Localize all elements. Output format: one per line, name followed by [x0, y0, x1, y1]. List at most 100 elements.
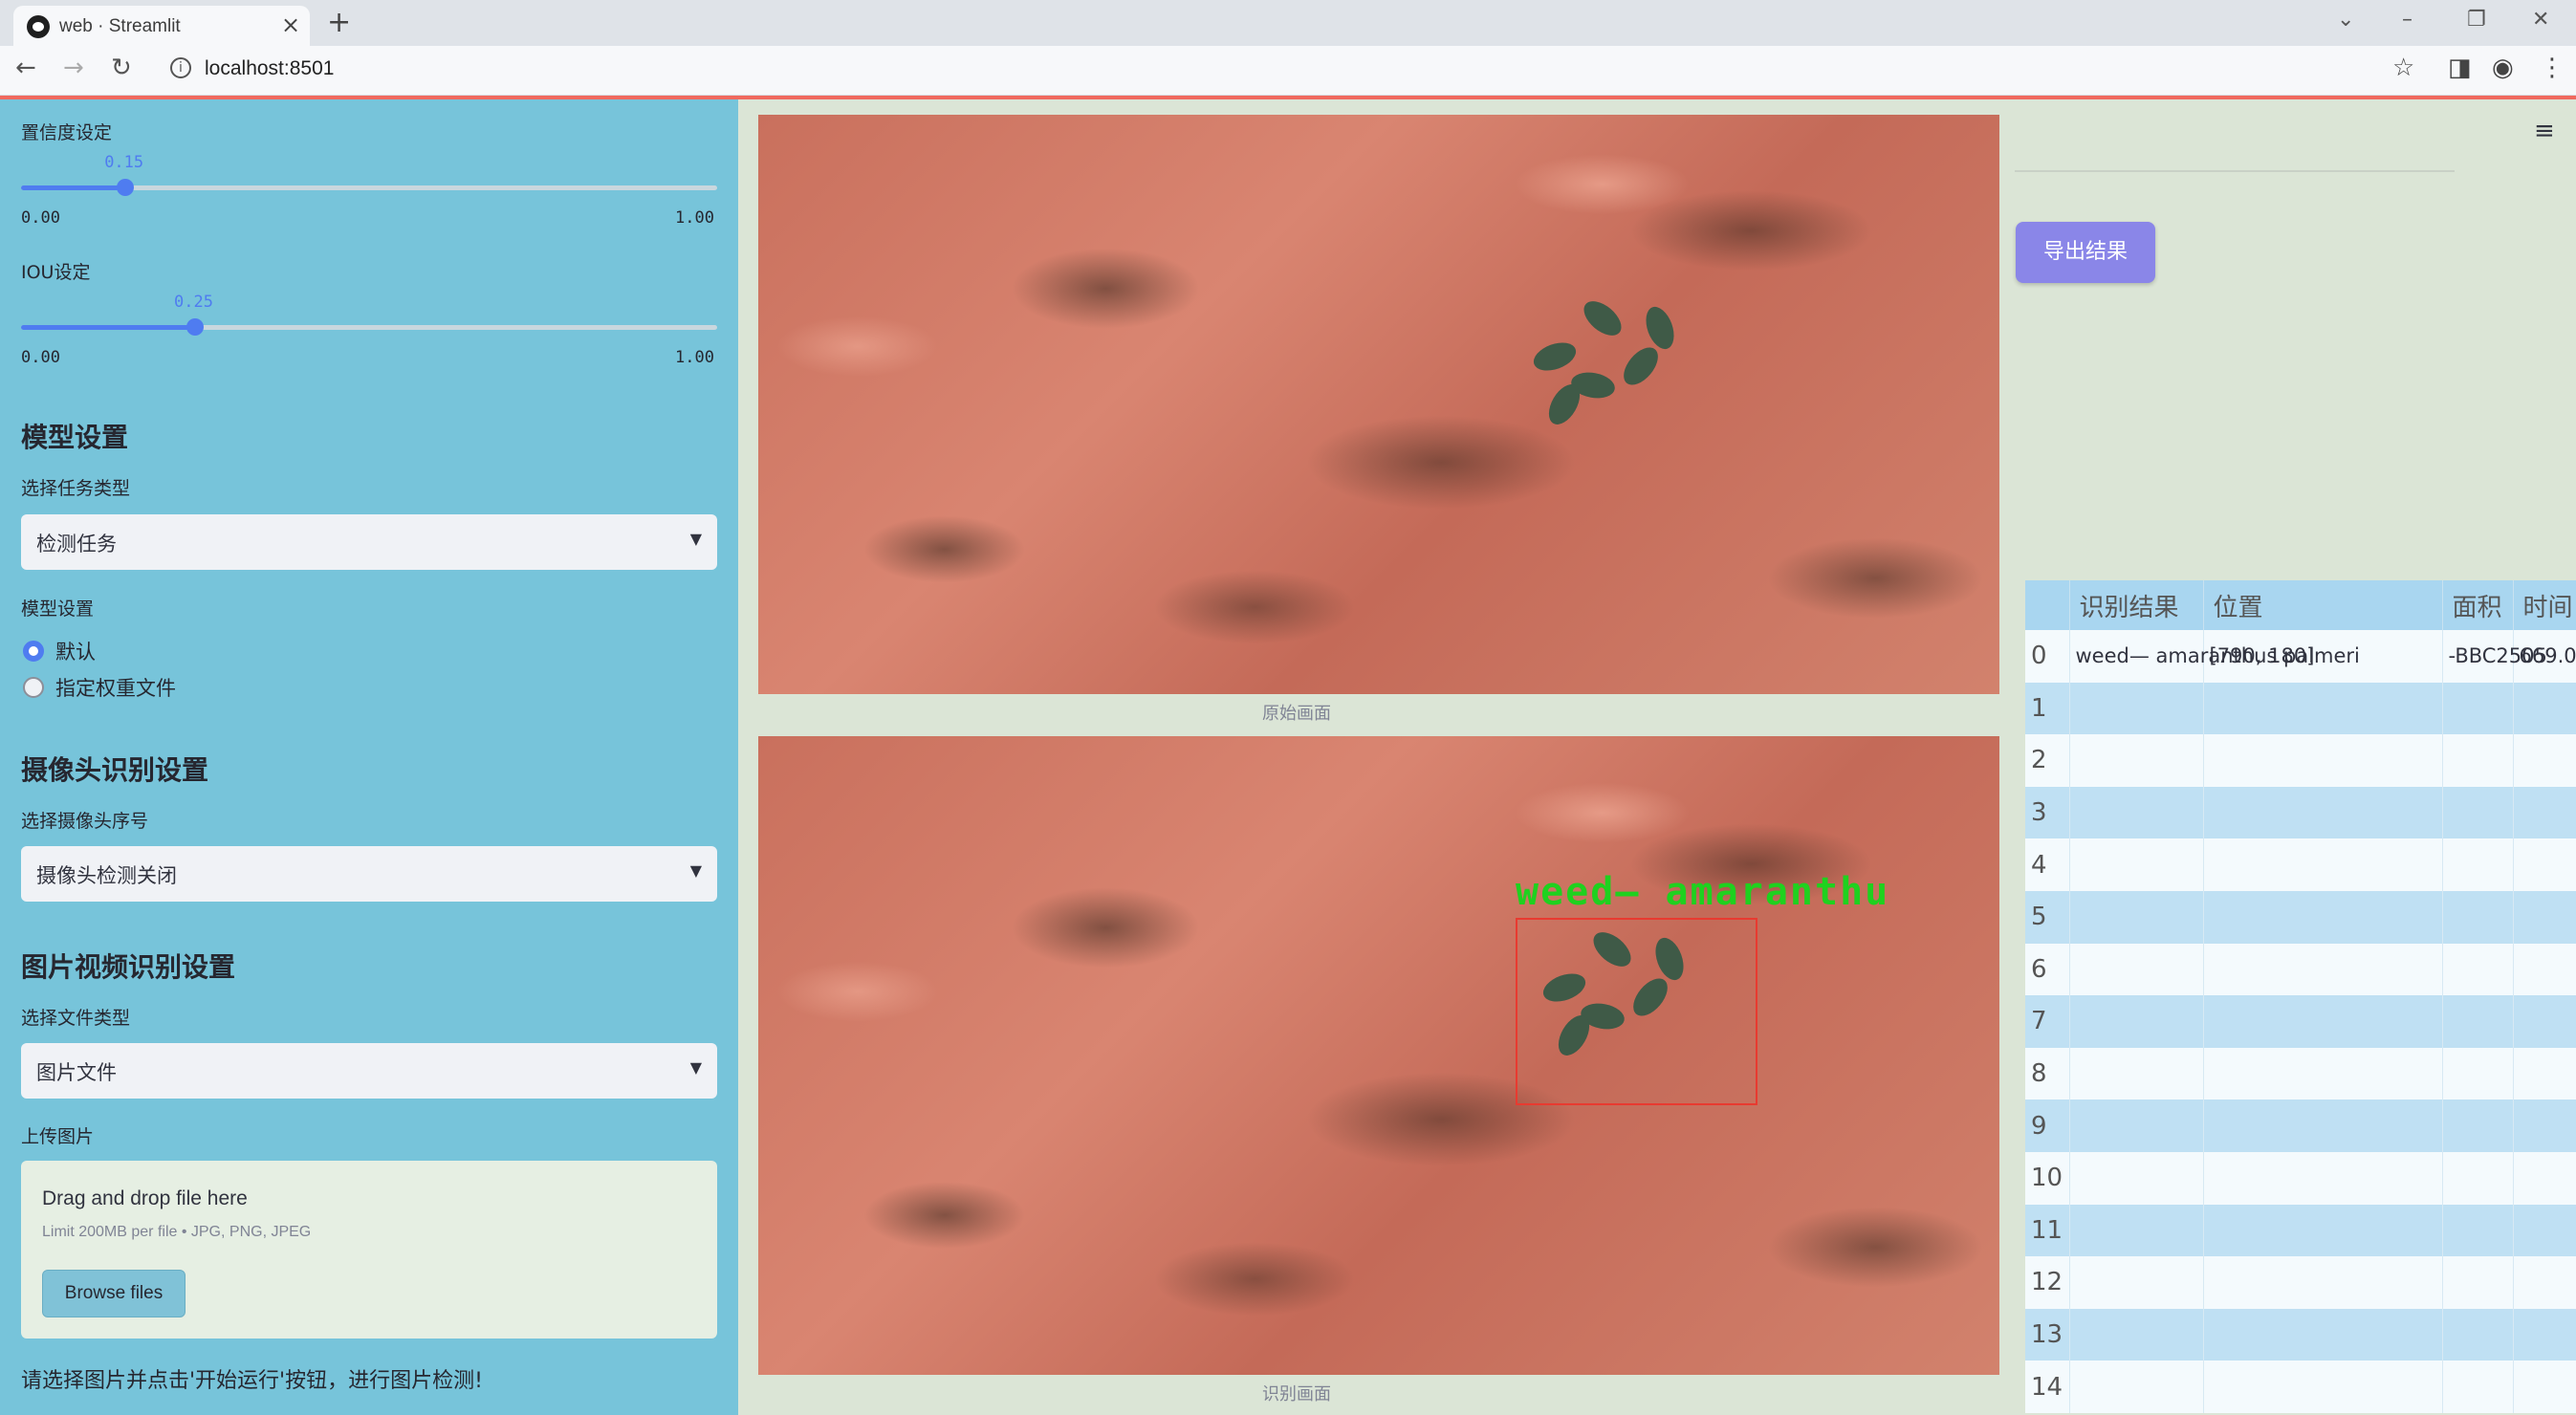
table-cell-time[interactable] [2513, 1047, 2576, 1100]
table-cell-area[interactable] [2442, 1151, 2514, 1205]
table-cell-area[interactable] [2442, 1308, 2514, 1361]
table-cell-result[interactable] [2069, 890, 2204, 944]
table-cell-result[interactable] [2069, 734, 2204, 787]
table-cell-area[interactable]: -BBC2505 [2442, 630, 2547, 683]
table-cell-result[interactable] [2069, 1256, 2204, 1309]
radio-default[interactable] [23, 641, 44, 662]
table-cell-time[interactable] [2513, 1151, 2576, 1205]
table-row[interactable]: 4 [2025, 838, 2576, 891]
table-cell-result[interactable] [2069, 1361, 2204, 1413]
table-cell-position[interactable] [2203, 1047, 2443, 1100]
table-cell-time[interactable] [2513, 1204, 2576, 1257]
table-cell-idx[interactable]: 8 [2025, 1047, 2070, 1100]
table-cell-time[interactable] [2513, 1308, 2576, 1361]
file-uploader-dropzone[interactable]: Drag and drop file here Limit 200MB per … [21, 1161, 717, 1339]
table-row[interactable]: 3 [2025, 786, 2576, 839]
table-cell-idx[interactable]: 13 [2025, 1308, 2070, 1361]
table-cell-result[interactable] [2069, 1308, 2204, 1361]
new-tab-icon[interactable]: + [327, 6, 351, 39]
table-row[interactable]: 9 [2025, 1099, 2576, 1152]
table-cell-position[interactable] [2203, 943, 2443, 996]
url-field[interactable]: localhost:8501 [205, 57, 334, 80]
confidence-slider[interactable] [21, 179, 717, 196]
table-cell-result[interactable]: weed— amaranthus palmeri [2069, 630, 2360, 683]
table-cell-area[interactable] [2442, 734, 2514, 787]
close-window-icon[interactable]: ✕ [2532, 8, 2549, 32]
site-info-icon[interactable]: i [170, 57, 191, 78]
radio-custom-weights-label[interactable]: 指定权重文件 [55, 673, 176, 702]
table-cell-area[interactable] [2442, 838, 2514, 891]
table-cell-position[interactable] [2203, 1256, 2443, 1309]
table-row[interactable]: 7 [2025, 995, 2576, 1048]
side-panel-icon[interactable]: ◨ [2448, 54, 2472, 82]
reload-icon[interactable]: ↻ [111, 54, 132, 82]
confidence-slider-thumb[interactable] [117, 179, 135, 196]
table-cell-result[interactable] [2069, 943, 2204, 996]
table-cell-time[interactable] [2513, 734, 2576, 787]
table-row[interactable]: 1 [2025, 682, 2576, 735]
column-header[interactable]: 识别结果 [2069, 580, 2204, 630]
table-cell-position[interactable] [2203, 890, 2443, 944]
table-row[interactable]: 2 [2025, 734, 2576, 787]
table-cell-position[interactable] [2203, 1361, 2443, 1413]
table-cell-idx[interactable]: 11 [2025, 1204, 2070, 1257]
table-cell-time[interactable] [2513, 1099, 2576, 1152]
table-cell-position[interactable] [2203, 682, 2443, 735]
file-type-select[interactable]: 图片文件 ▼ [21, 1043, 717, 1099]
table-cell-area[interactable] [2442, 1256, 2514, 1309]
table-cell-idx[interactable]: 12 [2025, 1256, 2070, 1309]
table-cell-result[interactable] [2069, 1099, 2204, 1152]
table-cell-idx[interactable]: 2 [2025, 734, 2070, 787]
table-cell-area[interactable] [2442, 890, 2514, 944]
table-cell-time[interactable] [2513, 995, 2576, 1048]
radio-default-label[interactable]: 默认 [55, 637, 96, 665]
column-header[interactable] [2025, 580, 2070, 630]
table-cell-position[interactable] [2203, 1099, 2443, 1152]
table-cell-result[interactable] [2069, 1047, 2204, 1100]
table-cell-time[interactable] [2513, 1361, 2576, 1413]
table-row[interactable]: 0weed— amaranthus palmeri[790, 180]-BBC2… [2025, 630, 2576, 683]
table-cell-idx[interactable]: 4 [2025, 838, 2070, 891]
profile-icon[interactable]: ◉ [2492, 54, 2514, 82]
table-cell-result[interactable] [2069, 786, 2204, 839]
column-header[interactable]: 位置 [2203, 580, 2443, 630]
table-cell-area[interactable] [2442, 943, 2514, 996]
table-cell-idx[interactable]: 3 [2025, 786, 2070, 839]
table-cell-idx[interactable]: 14 [2025, 1361, 2070, 1413]
table-row[interactable]: 11 [2025, 1204, 2576, 1257]
bookmark-star-icon[interactable]: ☆ [2392, 54, 2414, 82]
back-icon[interactable]: ← [15, 54, 36, 82]
table-cell-idx[interactable]: 9 [2025, 1099, 2070, 1152]
table-cell-result[interactable] [2069, 1151, 2204, 1205]
table-row[interactable]: 12 [2025, 1256, 2576, 1309]
table-cell-time[interactable] [2513, 786, 2576, 839]
table-row[interactable]: 8 [2025, 1047, 2576, 1100]
restore-icon[interactable]: ❐ [2467, 8, 2486, 32]
hamburger-menu-icon[interactable]: ≡ [2534, 117, 2555, 145]
close-tab-icon[interactable]: × [281, 11, 300, 38]
table-cell-area[interactable] [2442, 1099, 2514, 1152]
table-cell-result[interactable] [2069, 1204, 2204, 1257]
table-cell-time[interactable]: 669.05 [2513, 630, 2576, 683]
table-cell-area[interactable] [2442, 682, 2514, 735]
table-cell-area[interactable] [2442, 995, 2514, 1048]
table-cell-position[interactable] [2203, 1151, 2443, 1205]
table-row[interactable]: 13 [2025, 1308, 2576, 1361]
table-cell-area[interactable] [2442, 786, 2514, 839]
table-cell-area[interactable] [2442, 1204, 2514, 1257]
table-cell-result[interactable] [2069, 838, 2204, 891]
table-row[interactable]: 10 [2025, 1151, 2576, 1205]
browser-tab[interactable]: web · Streamlit × [13, 6, 310, 46]
menu-dots-icon[interactable]: ⋮ [2540, 54, 2565, 82]
iou-slider-thumb[interactable] [186, 318, 204, 336]
table-cell-position[interactable] [2203, 734, 2443, 787]
radio-custom-weights[interactable] [23, 677, 44, 698]
export-results-button[interactable]: 导出结果 [2016, 222, 2155, 283]
table-cell-position[interactable] [2203, 838, 2443, 891]
table-cell-idx[interactable]: 0 [2025, 630, 2070, 683]
table-cell-idx[interactable]: 6 [2025, 943, 2070, 996]
table-cell-result[interactable] [2069, 995, 2204, 1048]
table-cell-position[interactable] [2203, 786, 2443, 839]
table-cell-area[interactable] [2442, 1361, 2514, 1413]
table-cell-position[interactable] [2203, 1308, 2443, 1361]
